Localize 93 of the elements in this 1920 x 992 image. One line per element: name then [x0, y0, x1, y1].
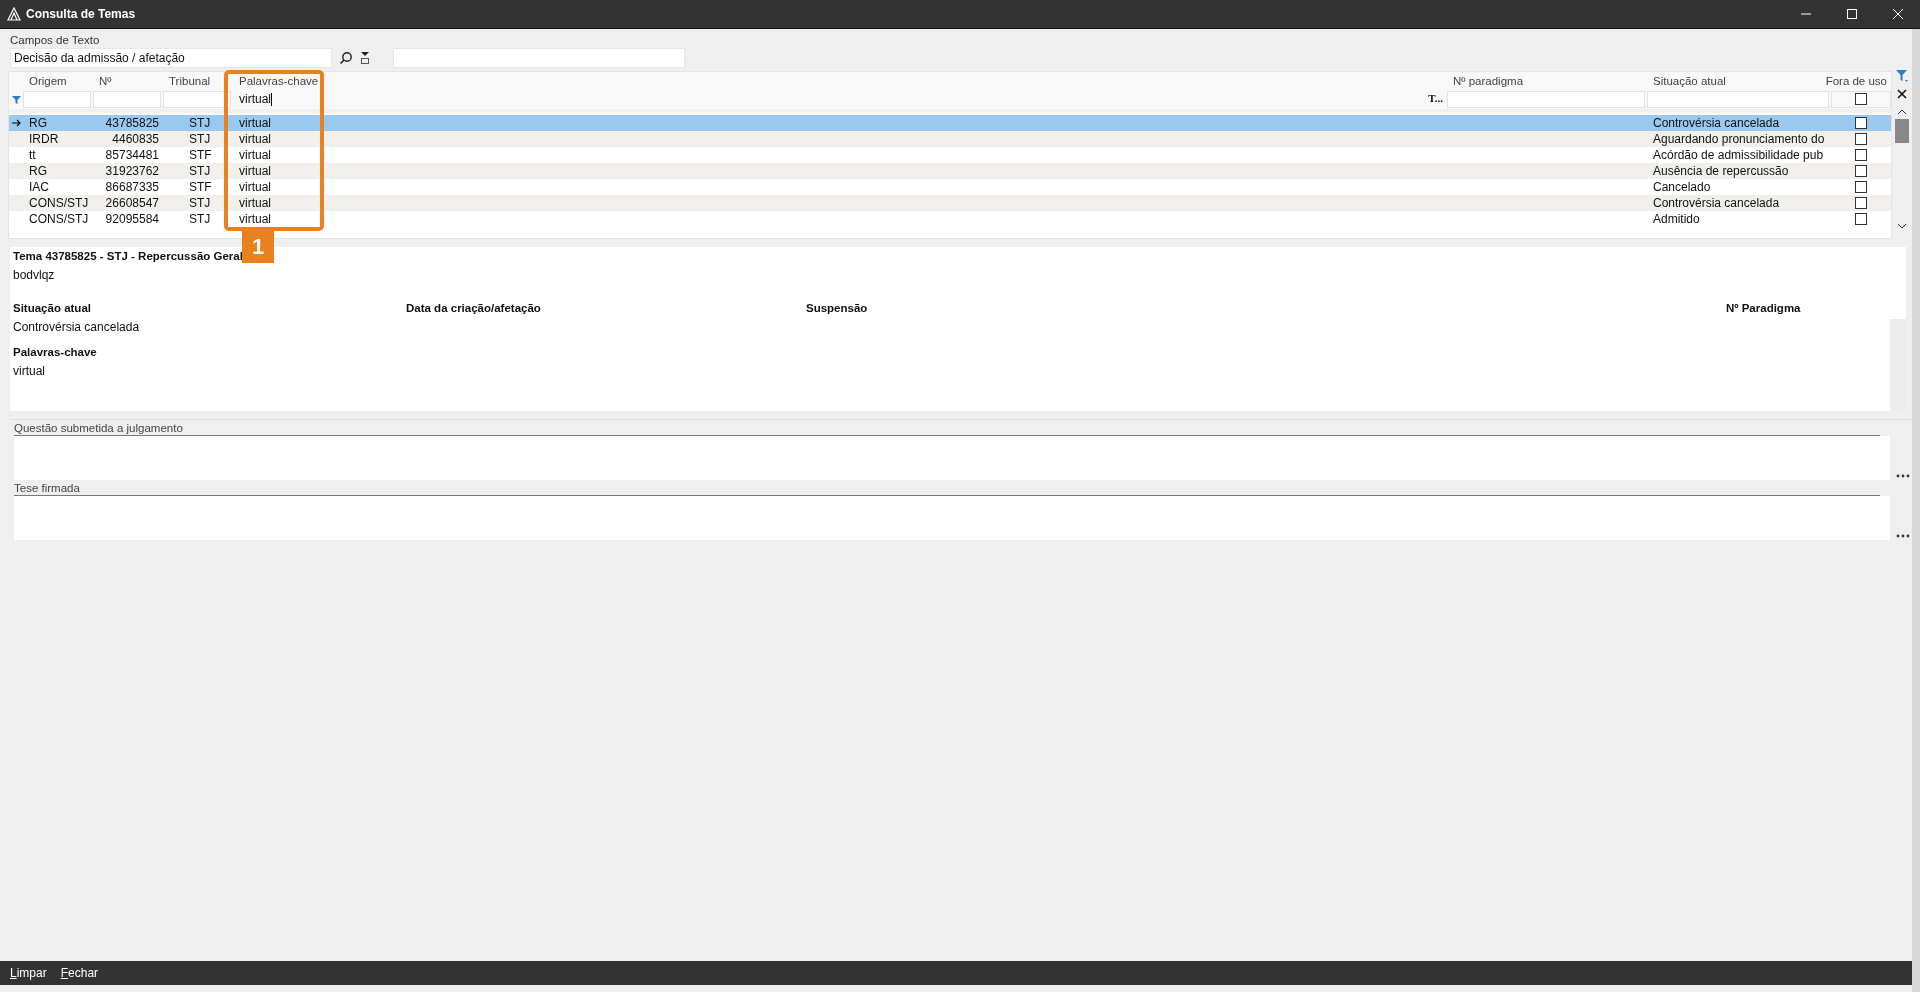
app-logo-icon — [7, 7, 21, 21]
field-value: Controvérsia cancelada — [13, 320, 140, 334]
table-cell-text: Cancelado — [1652, 180, 1712, 194]
table-cell-text: tt — [28, 148, 37, 162]
table-cell-text: Controvérsia cancelada — [1652, 116, 1781, 130]
table-cell-text: STJ — [188, 116, 212, 130]
table-cell-text: IAC — [28, 180, 50, 194]
table-cell-text: Controvérsia cancelada — [1652, 196, 1781, 210]
filter-field[interactable] — [1447, 90, 1645, 108]
search-icon[interactable] — [339, 51, 353, 65]
filter-icon[interactable] — [11, 94, 21, 104]
table-cell-text: Aguardando pronunciamento do — [1652, 132, 1826, 146]
table-row[interactable]: CONS/STJ 26608547 STJ virtual Controvérsia cancelada — [9, 195, 1891, 211]
search-field[interactable] — [393, 48, 685, 68]
table-cell-text: STJ — [188, 132, 212, 146]
table-cell-text: Acórdão de admissibilidade pub — [1652, 148, 1825, 162]
table-row[interactable]: RG 43785825 STJ virtual Controvérsia cancelada — [9, 115, 1891, 131]
close-icon[interactable] — [1892, 8, 1904, 20]
table-cell-text: Admitido — [1652, 212, 1701, 226]
detail-subtitle: bodvlqz — [13, 268, 56, 282]
column-header[interactable]: Situação atual — [1653, 74, 1726, 87]
table-cell-text: RG — [28, 164, 48, 178]
text-field-select[interactable]: Decisão da admissão / afetação — [10, 48, 332, 68]
table-cell-text: 86687335 — [104, 180, 160, 194]
checkbox[interactable] — [1855, 149, 1867, 161]
table-cell-text: virtual — [238, 132, 272, 146]
checkbox[interactable] — [1855, 181, 1867, 193]
filter-field[interactable] — [163, 90, 231, 108]
table-cell-text: 92095584 — [104, 212, 160, 226]
table-row[interactable]: RG 31923762 STJ virtual Ausência de repercussão — [9, 163, 1891, 179]
field-label: Suspensão — [806, 302, 868, 314]
table-cell-text: RG — [28, 116, 48, 130]
table-cell-text: 31923762 — [104, 164, 160, 178]
table-cell-text: 4460835 — [111, 132, 160, 146]
checkbox[interactable] — [1855, 213, 1867, 225]
field-label: Campos de Texto — [10, 34, 101, 46]
filter-icon[interactable] — [1895, 69, 1909, 83]
checkbox[interactable] — [1855, 93, 1867, 105]
table-cell-text: IRDR — [28, 132, 60, 146]
column-header[interactable]: Palavras-chave — [239, 74, 319, 87]
table-cell-text: CONS/STJ — [28, 196, 90, 210]
maximize-icon[interactable] — [1846, 8, 1858, 20]
checkbox[interactable] — [1855, 117, 1867, 129]
column-header[interactable]: Nº — [99, 74, 112, 87]
checkbox[interactable] — [1855, 133, 1867, 145]
current-row-arrow-icon — [11, 119, 21, 127]
table-cell-text: virtual — [238, 196, 272, 210]
filter-field[interactable] — [23, 90, 91, 108]
table-cell-text: CONS/STJ — [28, 212, 90, 226]
field-value: virtual — [13, 364, 46, 378]
scroll-up-icon[interactable] — [1897, 108, 1907, 116]
field-label: Data da criação/afetação — [406, 302, 541, 314]
more-icon[interactable] — [1896, 534, 1910, 538]
footer-button[interactable]: Fechar — [60, 966, 99, 980]
column-header[interactable]: Fora de uso — [1825, 74, 1887, 87]
table-cell-text: STJ — [188, 196, 212, 210]
table-cell-text: STF — [188, 180, 213, 194]
table-row[interactable]: CONS/STJ 92095584 STJ virtual Admitido — [9, 211, 1891, 227]
table-cell-text: virtual — [238, 180, 272, 194]
footer-button[interactable]: Limpar — [10, 966, 47, 980]
column-header[interactable]: Origem — [29, 74, 67, 87]
dropdown-icon[interactable] — [360, 51, 370, 65]
table-cell-text: virtual — [238, 148, 272, 162]
window-title: Consulta de Temas — [26, 7, 136, 21]
clear-filter-icon[interactable] — [1897, 89, 1907, 99]
callout-badge: 1 — [242, 231, 274, 263]
table-row[interactable]: tt 85734481 STF virtual Acórdão de admissibilidade pub — [9, 147, 1891, 163]
table-cell-text: virtual — [238, 212, 272, 226]
table-row[interactable]: IAC 86687335 STF virtual Cancelado — [9, 179, 1891, 195]
scroll-down-icon[interactable] — [1897, 222, 1907, 230]
column-header[interactable]: Nº paradigma — [1453, 74, 1524, 87]
filter-field[interactable] — [1647, 90, 1829, 108]
table-cell-text: STJ — [188, 212, 212, 226]
table-cell-text: 26608547 — [104, 196, 160, 210]
table-cell-text: STF — [188, 148, 213, 162]
checkbox[interactable] — [1855, 197, 1867, 209]
field-label: Situação atual — [13, 302, 91, 314]
detail-title: Tema 43785825 - STJ - Repercussão Geral — [13, 250, 244, 262]
table-cell-text: virtual — [238, 164, 272, 178]
field-label: Palavras-chave — [13, 346, 98, 358]
table-cell-text: virtual — [238, 116, 272, 130]
column-header[interactable]: Tribunal — [169, 74, 211, 87]
scrollbar-thumb[interactable] — [1895, 119, 1909, 143]
table-cell-text: STJ — [188, 164, 212, 178]
filter-field[interactable] — [93, 90, 161, 108]
table-cell-text: 43785825 — [104, 116, 160, 130]
field-label: Nº Paradigma — [1726, 302, 1801, 314]
checkbox[interactable] — [1855, 165, 1867, 177]
truncated-text: T... — [1428, 92, 1443, 104]
more-icon[interactable] — [1896, 474, 1910, 478]
table-row[interactable]: IRDR 4460835 STJ virtual Aguardando pronunciamento do — [9, 131, 1891, 147]
table-cell-text: 85734481 — [104, 148, 160, 162]
table-cell-text: Ausência de repercussão — [1652, 164, 1790, 178]
